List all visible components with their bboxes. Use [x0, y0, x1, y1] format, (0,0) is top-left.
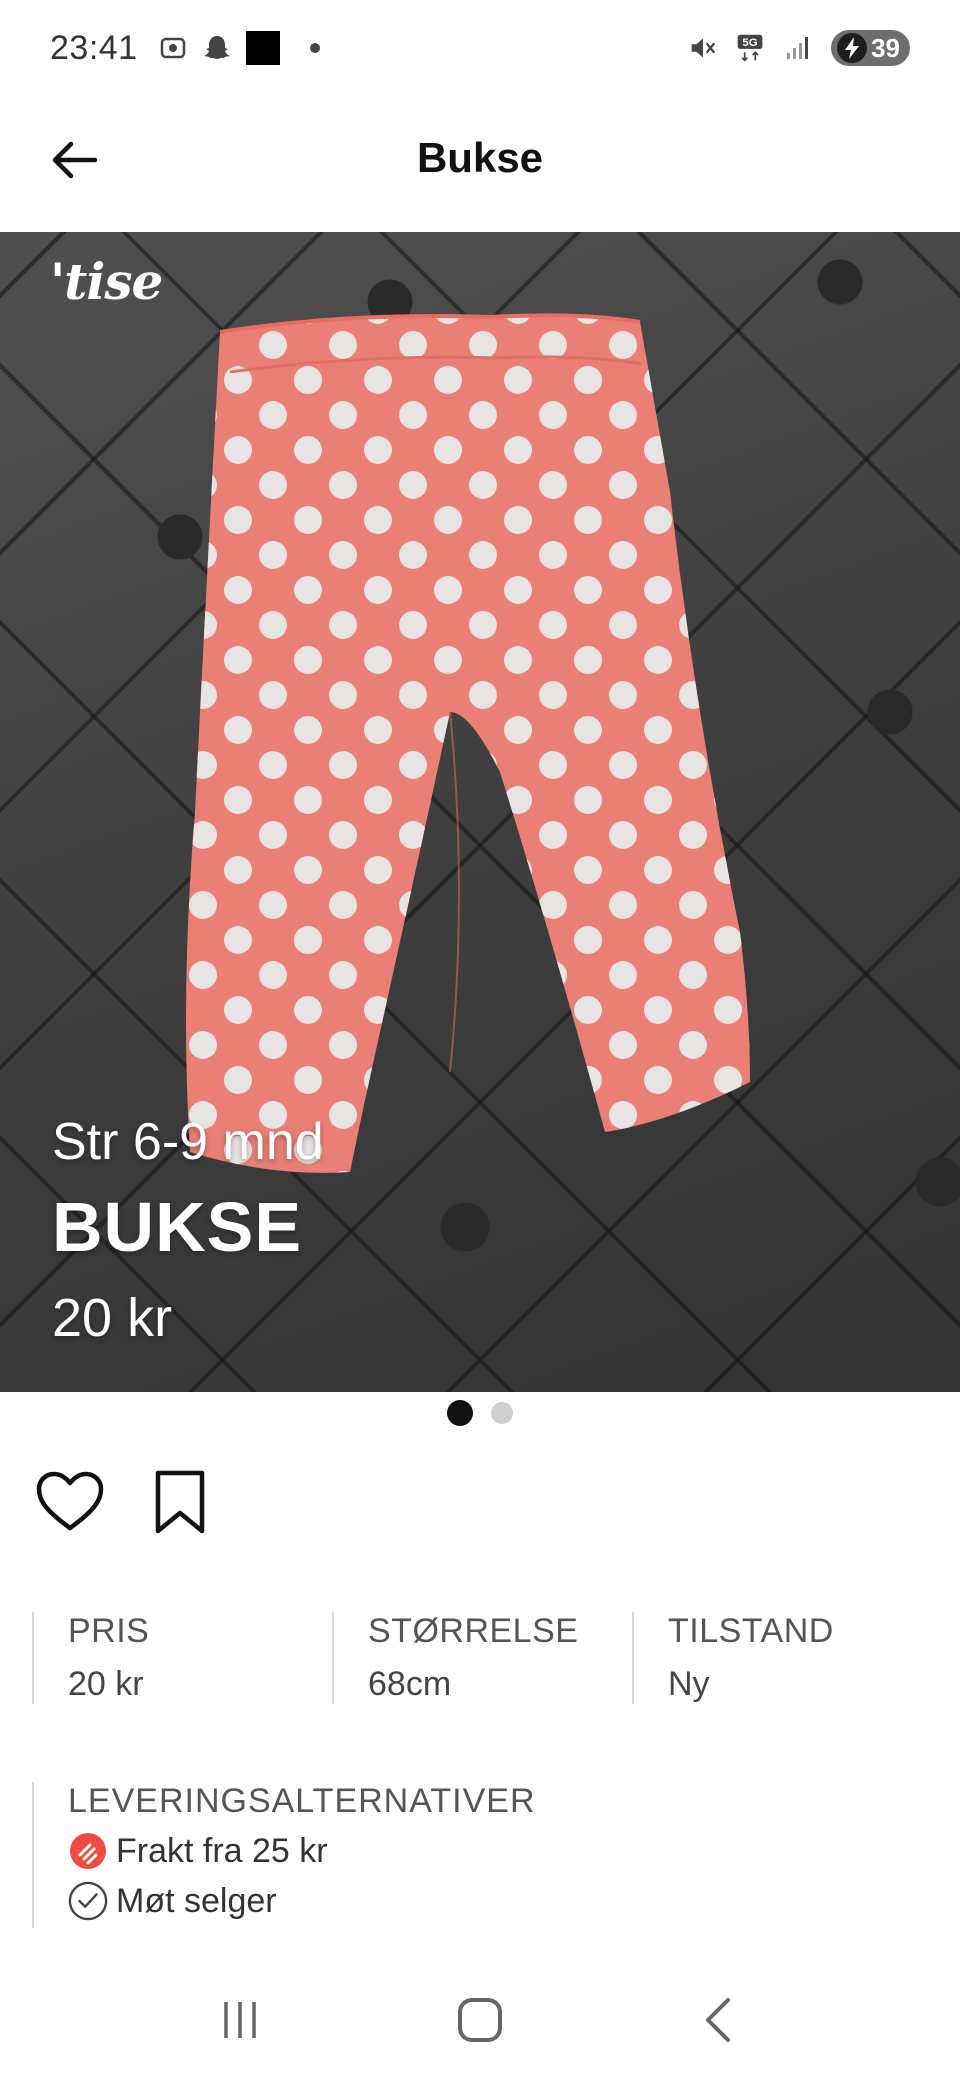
listing-details: PRIS 20 kr STØRRELSE 68cm TILSTAND Ny: [32, 1612, 932, 1704]
signal-icon: [783, 33, 813, 63]
save-button[interactable]: [144, 1466, 216, 1538]
listing-actions: [34, 1466, 216, 1538]
screenshot-icon: [158, 33, 188, 63]
detail-label: STØRRELSE: [368, 1612, 579, 1650]
page-title: Bukse: [416, 134, 544, 181]
delivery-option-meetup[interactable]: Møt selger: [68, 1881, 536, 1921]
app-header: Bukse: [0, 96, 960, 232]
overlay-title: BUKSE: [52, 1188, 303, 1266]
bookmark-icon: [155, 1470, 205, 1534]
detail-value: 68cm: [368, 1665, 452, 1703]
recents-button[interactable]: [200, 1980, 280, 2060]
mute-icon: [687, 33, 717, 63]
delivery-option-text: Frakt fra 25 kr: [116, 1831, 328, 1870]
status-bar: 23:41 5G 39: [0, 0, 960, 96]
delivery-option-text: Møt selger: [116, 1881, 277, 1920]
detail-value: Ny: [668, 1665, 710, 1703]
like-button[interactable]: [34, 1466, 106, 1538]
delivery-options: LEVERINGSALTERNATIVER Frakt fra 25 kr Mø…: [32, 1782, 536, 1928]
recents-icon: [224, 2002, 256, 2038]
heart-icon: [36, 1471, 104, 1531]
detail-size: STØRRELSE 68cm: [332, 1612, 632, 1704]
detail-label: PRIS: [68, 1612, 150, 1650]
pager-dot-active[interactable]: [447, 1400, 473, 1426]
snapchat-icon: [202, 33, 232, 63]
system-nav-bar: [0, 1960, 960, 2080]
detail-condition: TILSTAND Ny: [632, 1612, 932, 1704]
delivery-option-shipping[interactable]: Frakt fra 25 kr: [68, 1831, 536, 1871]
svg-text:5G: 5G: [742, 37, 757, 49]
home-icon: [458, 1998, 502, 2042]
detail-value: 20 kr: [68, 1665, 144, 1703]
detail-label: TILSTAND: [668, 1612, 834, 1650]
image-pager: [0, 1400, 960, 1426]
check-circle-icon: [68, 1881, 108, 1921]
pager-dot[interactable]: [491, 1402, 513, 1424]
status-time: 23:41: [50, 28, 138, 67]
more-notifications-icon: [309, 43, 320, 53]
screen: 23:41 5G 39 Bukse 'tise Str 6-9 mnd BUKS…: [0, 0, 960, 2080]
notification-icons: [158, 31, 320, 65]
overlay-price: 20 kr: [52, 1288, 173, 1348]
tise-logo: 'tise: [50, 252, 163, 311]
battery-level: 39: [871, 32, 900, 63]
overlay-size: Str 6-9 mnd: [52, 1113, 324, 1171]
home-button[interactable]: [440, 1980, 520, 2060]
delivery-label: LEVERINGSALTERNATIVER: [68, 1782, 536, 1820]
shipping-icon: [68, 1831, 108, 1871]
network-5g-icon: 5G: [735, 33, 765, 63]
battery-charging-icon: [837, 33, 868, 63]
listing-image[interactable]: 'tise Str 6-9 mnd BUKSE 20 kr: [0, 232, 960, 1392]
battery-indicator: 39: [831, 30, 910, 66]
system-back-button[interactable]: [680, 1980, 760, 2060]
system-icons: 5G 39: [687, 30, 910, 66]
app-icon: [245, 31, 280, 65]
detail-price: PRIS 20 kr: [32, 1612, 332, 1704]
back-icon: [706, 1998, 730, 2042]
